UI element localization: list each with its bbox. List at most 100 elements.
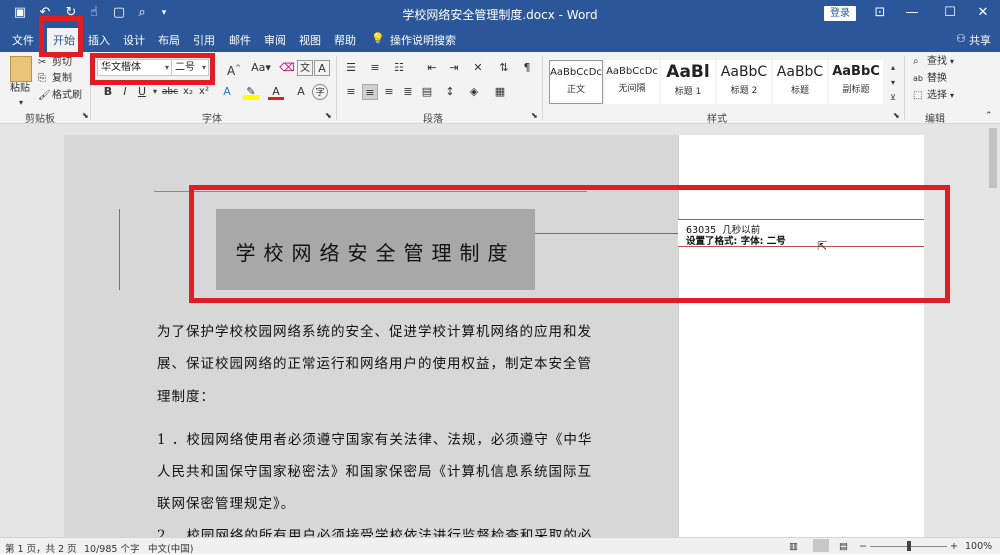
italic-icon[interactable]: I (117, 84, 133, 100)
superscript-icon[interactable]: x² (196, 84, 212, 100)
web-layout-icon[interactable]: ▤ (839, 541, 848, 552)
tab-help[interactable]: 帮助 (334, 32, 356, 48)
find-icon[interactable]: ⌕ (913, 55, 919, 69)
character-border-icon[interactable]: A (314, 60, 330, 76)
tab-file[interactable]: 文件 (12, 32, 34, 48)
find-dropdown-icon[interactable]: ▾ (950, 55, 954, 69)
collapse-ribbon-icon[interactable]: ⌃ (985, 109, 993, 123)
styles-scroll-down-icon[interactable]: ▾ (885, 75, 901, 91)
sort-icon[interactable]: ⇅ (496, 60, 512, 76)
styles-scroll-up-icon[interactable]: ▴ (885, 60, 901, 76)
close-icon[interactable]: ✕ (973, 4, 993, 22)
align-right-icon[interactable]: ≡ (381, 84, 397, 100)
distributed-icon[interactable]: ▤ (419, 84, 435, 100)
minimize-icon[interactable]: — (902, 4, 922, 22)
tab-review[interactable]: 审阅 (264, 32, 286, 48)
bullets-icon[interactable]: ☰ (343, 60, 359, 76)
login-button[interactable]: 登录 (824, 6, 856, 21)
show-marks-icon[interactable]: ¶ (519, 60, 535, 76)
cut-button[interactable]: 剪切 (52, 56, 72, 70)
multilevel-list-icon[interactable]: ☷ (391, 60, 407, 76)
tab-view[interactable]: 视图 (299, 32, 321, 48)
format-painter-button[interactable]: 格式刷 (52, 89, 82, 103)
select-dropdown-icon[interactable]: ▾ (950, 89, 954, 103)
clear-formatting-icon[interactable]: ⌫ (279, 60, 295, 76)
chinese-layout-icon[interactable]: ✕ (470, 60, 486, 76)
clipboard-launcher-icon[interactable]: ⬊ (82, 109, 89, 123)
read-mode-icon[interactable]: ▥ (789, 541, 798, 552)
tab-mailings[interactable]: 邮件 (229, 32, 251, 48)
format-painter-icon[interactable]: 🖌 (38, 89, 51, 103)
tab-layout[interactable]: 布局 (158, 32, 180, 48)
style-heading-1[interactable]: AaBl 标题 1 (661, 60, 715, 104)
print-layout-icon[interactable] (813, 539, 829, 552)
tab-design[interactable]: 设计 (123, 32, 145, 48)
zoom-slider-thumb[interactable] (907, 541, 911, 551)
select-button[interactable]: 选择 (927, 89, 947, 103)
tab-references[interactable]: 引用 (193, 32, 215, 48)
ribbon-display-options-icon[interactable]: ⊡ (870, 4, 890, 22)
copy-button[interactable]: 复制 (52, 72, 72, 86)
change-case-icon[interactable]: Aa▾ (250, 60, 272, 76)
restore-icon[interactable]: ☐ (940, 4, 960, 22)
style-no-spacing[interactable]: AaBbCcDc 无间隔 (605, 60, 659, 104)
paste-dropdown-icon[interactable]: ▾ (19, 96, 23, 110)
shading-icon[interactable]: ◈ (466, 84, 482, 100)
subscript-icon[interactable]: x₂ (180, 84, 196, 100)
borders-icon[interactable]: ▦ (492, 84, 508, 100)
increase-indent-icon[interactable]: ⇥ (446, 60, 462, 76)
paragraph-line[interactable]: 为了保护学校校园网络系统的安全、促进学校计算机网络的应用和发 (157, 320, 592, 340)
grow-font-icon[interactable]: A^ (226, 60, 242, 78)
word-count[interactable]: 10/985 个字 (84, 541, 139, 555)
font-launcher-icon[interactable]: ⬊ (325, 109, 332, 123)
highlight-color-icon[interactable]: ✎ (243, 84, 259, 100)
vertical-scrollbar[interactable] (986, 124, 1000, 537)
zoom-in-icon[interactable]: + (950, 541, 958, 552)
line-spacing-icon[interactable]: ↕ (442, 84, 458, 100)
paragraph-line[interactable]: 人民共和国保守国家秘密法》和国家保密局《计算机信息系统国际互 (157, 460, 592, 480)
paste-button[interactable]: 粘贴 (10, 82, 30, 96)
enclose-characters-icon[interactable]: 字 (312, 84, 328, 100)
align-left-icon[interactable]: ≡ (343, 84, 359, 100)
cut-icon[interactable]: ✂ (38, 56, 46, 70)
justify-icon[interactable]: ≣ (400, 84, 416, 100)
strikethrough-icon[interactable]: abc (160, 84, 180, 100)
zoom-out-icon[interactable]: − (859, 541, 867, 552)
styles-more-icon[interactable]: ⊻ (885, 90, 901, 106)
find-button[interactable]: 查找 (927, 55, 947, 69)
paragraph-line[interactable]: 2 ．校园网络的所有用户必须接受学校依法进行监督检查和采取的必 (157, 528, 592, 537)
bold-icon[interactable]: B (100, 84, 116, 100)
paragraph-line[interactable]: 理制度： (157, 385, 215, 405)
tab-insert[interactable]: 插入 (88, 32, 110, 48)
tell-me-search[interactable]: 操作说明搜索 (390, 32, 456, 48)
phonetic-guide-icon[interactable]: 文 (297, 60, 313, 76)
select-icon[interactable]: ⬚ (913, 89, 922, 103)
paragraph-launcher-icon[interactable]: ⬊ (531, 109, 538, 123)
style-subtitle[interactable]: AaBbC 副标题 (829, 60, 883, 104)
style-normal[interactable]: AaBbCcDc 正文 (549, 60, 603, 104)
zoom-level[interactable]: 100% (965, 541, 992, 552)
style-heading-2[interactable]: AaBbC 标题 2 (717, 60, 771, 104)
watermark-brand: Bai (760, 468, 813, 506)
paragraph-line[interactable]: 联网保密管理规定》。 (157, 492, 295, 512)
style-title[interactable]: AaBbC 标题 (773, 60, 827, 104)
text-effects-icon[interactable]: A (219, 84, 235, 100)
styles-launcher-icon[interactable]: ⬊ (893, 109, 900, 123)
replace-button[interactable]: 替换 (927, 72, 947, 86)
copy-icon[interactable]: ⎘ (38, 72, 46, 86)
language-status[interactable]: 中文(中国) (148, 541, 193, 555)
align-center-icon[interactable]: ≡ (362, 84, 378, 100)
font-color-icon[interactable]: A (268, 84, 284, 100)
scrollbar-thumb[interactable] (989, 128, 997, 188)
share-button[interactable]: 共享 (969, 32, 991, 48)
decrease-indent-icon[interactable]: ⇤ (424, 60, 440, 76)
paragraph-line[interactable]: 1 ．校园网络使用者必须遵守国家有关法律、法规，必须遵守《中华 (157, 428, 592, 448)
page-count[interactable]: 第 1 页，共 2 页 (5, 541, 77, 555)
paste-icon[interactable] (10, 56, 32, 82)
title-bar: ▣ ↶ ↻ ☝ ▢ ⌕ ▾ 学校网络安全管理制度.docx - Word 登录 … (0, 0, 1000, 27)
character-shading-icon[interactable]: A (293, 84, 309, 100)
paragraph-line[interactable]: 展、保证校园网络的正常运行和网络用户的使用权益，制定本安全管 (157, 352, 592, 372)
numbering-icon[interactable]: ≡ (367, 60, 383, 76)
watermark-brand-2: 经验 (834, 474, 887, 504)
replace-icon[interactable]: ab (913, 72, 923, 86)
